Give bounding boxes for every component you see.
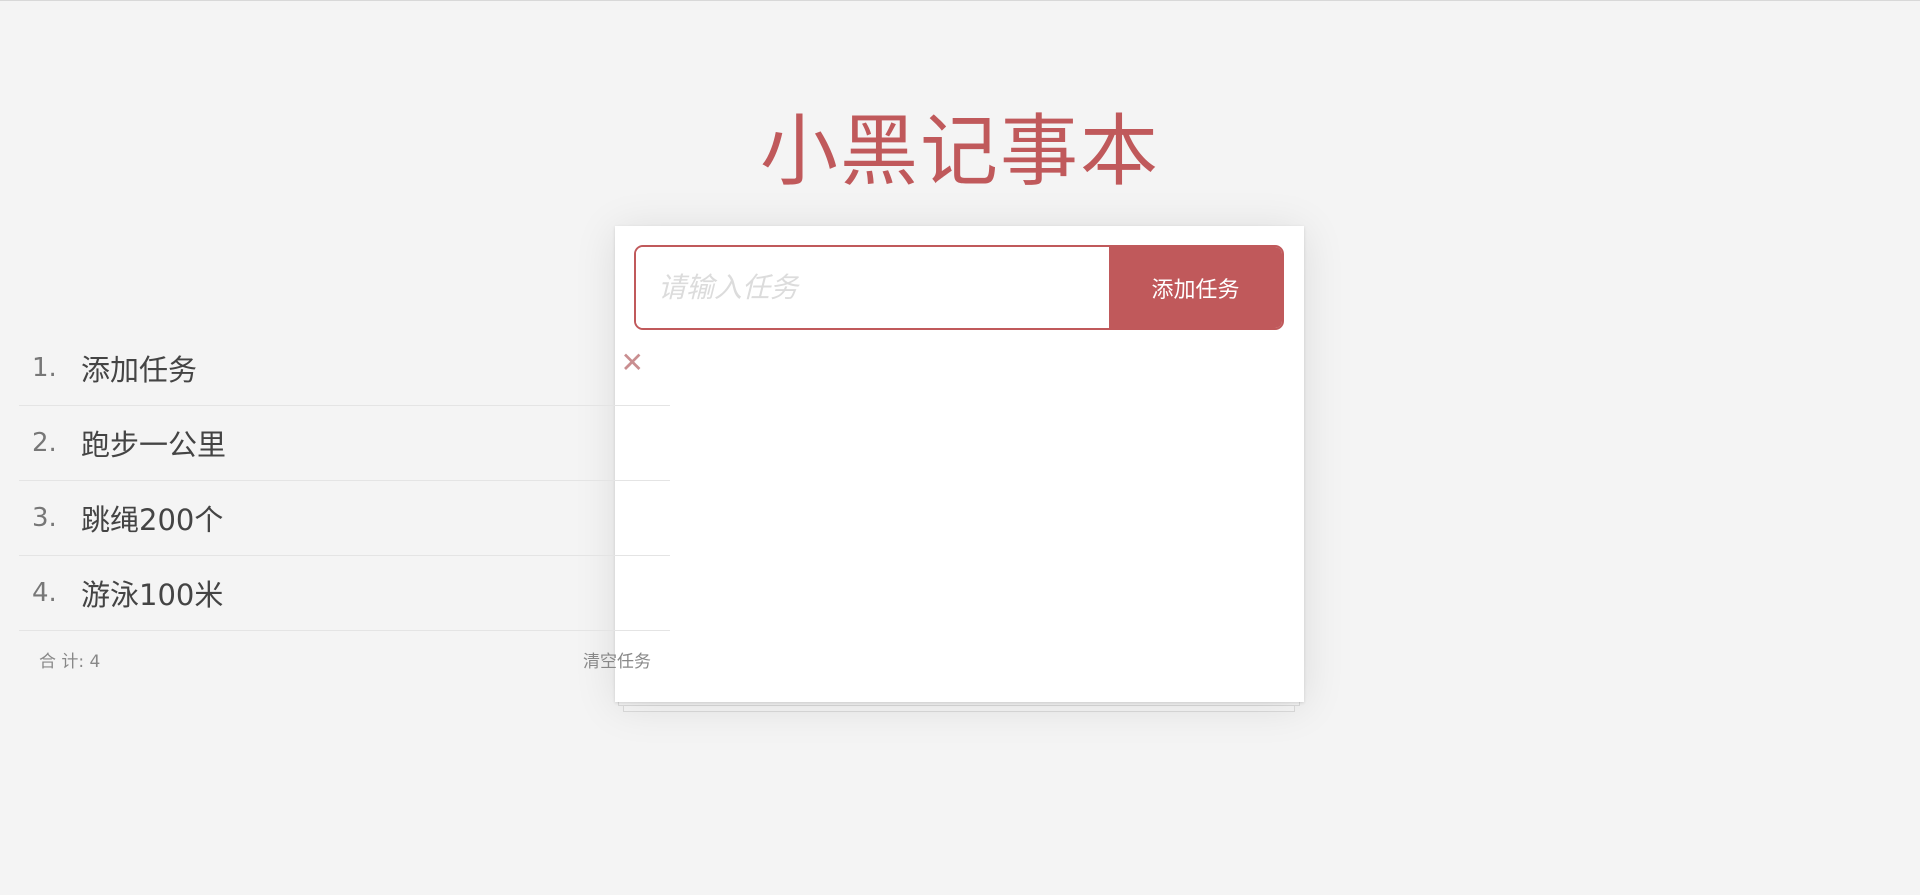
item-index: 4. xyxy=(32,578,57,608)
clear-tasks-button[interactable]: 清空任务 xyxy=(583,647,651,672)
todo-footer: 合 计: 4 清空任务 xyxy=(19,633,670,681)
task-count: 合 计: 4 xyxy=(39,652,101,672)
item-index: 3. xyxy=(32,503,57,533)
input-group: 添加任务 xyxy=(634,245,1284,330)
card-stack-shadow xyxy=(623,705,1295,712)
todo-list: 1. 添加任务 ✕ 2. 跑步一公里 3. 跳绳200个 4. 游泳100米 xyxy=(19,331,670,631)
item-index: 2. xyxy=(32,428,57,458)
item-text: 跑步一公里 xyxy=(81,428,227,462)
item-text: 添加任务 xyxy=(81,353,198,387)
top-border xyxy=(0,0,1920,1)
task-input[interactable] xyxy=(636,247,1109,328)
close-icon[interactable]: ✕ xyxy=(621,345,644,381)
todo-item[interactable]: 2. 跑步一公里 xyxy=(19,406,670,481)
item-index: 1. xyxy=(32,353,57,383)
item-text: 游泳100米 xyxy=(81,578,224,612)
todo-item[interactable]: 3. 跳绳200个 xyxy=(19,481,670,556)
todo-item[interactable]: 4. 游泳100米 xyxy=(19,556,670,631)
add-task-button[interactable]: 添加任务 xyxy=(1109,247,1282,328)
item-text: 跳绳200个 xyxy=(81,503,224,537)
todo-item[interactable]: 1. 添加任务 ✕ xyxy=(19,331,670,406)
todo-card: 添加任务 xyxy=(615,226,1304,702)
app-title: 小黑记事本 xyxy=(759,107,1160,197)
